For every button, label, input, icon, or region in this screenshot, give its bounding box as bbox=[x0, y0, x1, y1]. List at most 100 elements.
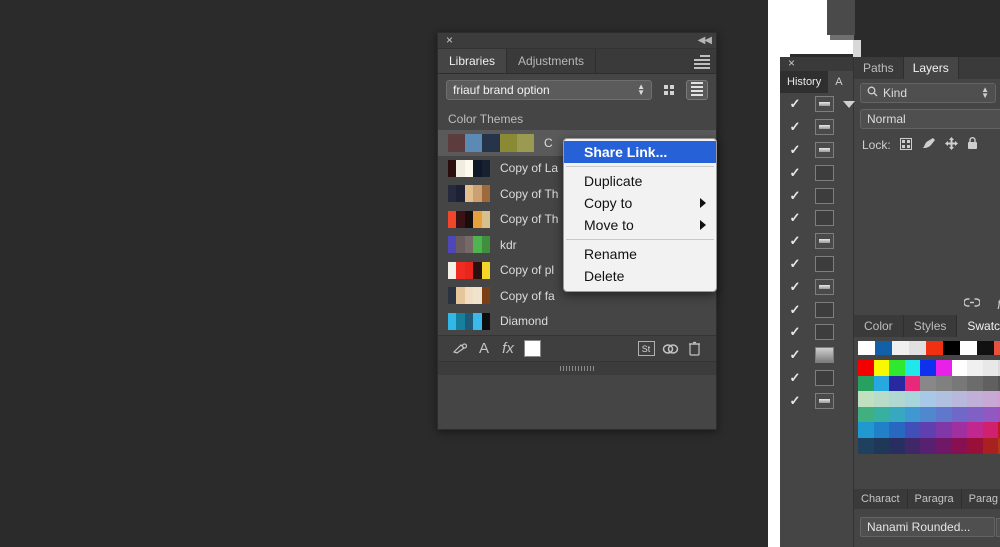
swatch[interactable] bbox=[936, 438, 952, 454]
swatches-row[interactable] bbox=[858, 407, 1000, 423]
layer-visibility-toggle[interactable]: ✓ bbox=[781, 188, 809, 204]
swatch[interactable] bbox=[952, 407, 968, 423]
layer-thumbnail[interactable] bbox=[815, 165, 834, 181]
swatches-row[interactable] bbox=[858, 422, 1000, 438]
swatch[interactable] bbox=[967, 407, 983, 423]
swatch[interactable] bbox=[858, 438, 874, 454]
panel-resize-grip[interactable] bbox=[438, 361, 716, 375]
color-theme-row[interactable]: Diamond bbox=[438, 309, 716, 335]
swatch[interactable] bbox=[936, 376, 952, 392]
swatch[interactable] bbox=[943, 341, 960, 355]
swatch[interactable] bbox=[967, 438, 983, 454]
swatch[interactable] bbox=[983, 422, 999, 438]
swatch[interactable] bbox=[936, 422, 952, 438]
panel-menu-icon[interactable] bbox=[694, 55, 710, 67]
layer-row[interactable]: ✓ bbox=[781, 93, 1000, 116]
context-menu-item[interactable]: Duplicate bbox=[564, 170, 716, 192]
color-chip[interactable] bbox=[524, 340, 541, 357]
group-expand-icon[interactable] bbox=[843, 101, 855, 108]
context-menu[interactable]: Share Link...DuplicateCopy toMove toRena… bbox=[563, 138, 717, 292]
context-menu-item[interactable]: Rename bbox=[564, 243, 716, 265]
layer-row[interactable]: ✓ bbox=[781, 207, 1000, 230]
layer-thumbnail[interactable] bbox=[815, 302, 834, 318]
swatch[interactable] bbox=[926, 341, 943, 355]
layer-thumbnail[interactable] bbox=[815, 370, 834, 386]
tab-layers[interactable]: Layers bbox=[904, 57, 959, 79]
swatch[interactable] bbox=[858, 341, 875, 355]
swatch[interactable] bbox=[889, 407, 905, 423]
layer-row[interactable]: ✓ bbox=[781, 230, 1000, 253]
layer-thumbnail[interactable] bbox=[815, 324, 834, 340]
swatches-row[interactable] bbox=[858, 438, 1000, 454]
swatch[interactable] bbox=[905, 407, 921, 423]
list-view-button[interactable] bbox=[686, 80, 708, 100]
swatch[interactable] bbox=[874, 407, 890, 423]
tab-history[interactable]: History bbox=[780, 71, 828, 93]
tab-color[interactable]: Color bbox=[854, 315, 904, 337]
swatch[interactable] bbox=[892, 341, 909, 355]
layer-visibility-toggle[interactable]: ✓ bbox=[781, 210, 809, 226]
swatch[interactable] bbox=[967, 376, 983, 392]
layer-thumbnail[interactable] bbox=[815, 96, 834, 112]
layer-visibility-toggle[interactable]: ✓ bbox=[781, 96, 809, 112]
layer-thumbnail[interactable] bbox=[815, 142, 834, 158]
stock-search-icon[interactable]: St bbox=[634, 338, 658, 360]
swatches-row[interactable] bbox=[858, 391, 1000, 407]
swatch[interactable] bbox=[952, 422, 968, 438]
swatch[interactable] bbox=[874, 376, 890, 392]
swatches-row[interactable] bbox=[858, 360, 1000, 376]
link-icon[interactable] bbox=[964, 297, 980, 311]
swatch[interactable] bbox=[983, 376, 999, 392]
add-effect-icon[interactable]: fx bbox=[496, 338, 520, 360]
swatch[interactable] bbox=[920, 438, 936, 454]
add-graphic-icon[interactable] bbox=[448, 338, 472, 360]
tab-paragraph-styles[interactable]: Parag bbox=[962, 489, 1000, 509]
context-menu-item[interactable]: Delete bbox=[564, 265, 716, 287]
swatch[interactable] bbox=[952, 438, 968, 454]
swatch[interactable] bbox=[952, 376, 968, 392]
swatch[interactable] bbox=[983, 360, 999, 376]
swatch[interactable] bbox=[983, 391, 999, 407]
swatch[interactable] bbox=[936, 360, 952, 376]
swatch[interactable] bbox=[858, 376, 874, 392]
layer-thumbnail[interactable] bbox=[815, 188, 834, 204]
swatch[interactable] bbox=[905, 360, 921, 376]
swatch[interactable] bbox=[952, 360, 968, 376]
layer-visibility-toggle[interactable]: ✓ bbox=[781, 256, 809, 272]
swatch[interactable] bbox=[952, 391, 968, 407]
swatch[interactable] bbox=[874, 422, 890, 438]
tab-libraries[interactable]: Libraries bbox=[438, 49, 507, 73]
swatch[interactable] bbox=[858, 407, 874, 423]
tab-styles[interactable]: Styles bbox=[904, 315, 958, 337]
tab-paragraph[interactable]: Paragra bbox=[908, 489, 962, 509]
tab-actions[interactable]: A bbox=[828, 71, 849, 93]
swatch[interactable] bbox=[920, 391, 936, 407]
close-icon[interactable]: × bbox=[443, 34, 456, 47]
layer-visibility-toggle[interactable]: ✓ bbox=[781, 393, 809, 409]
swatch[interactable] bbox=[905, 391, 921, 407]
layer-row[interactable]: ✓ bbox=[781, 184, 1000, 207]
swatch[interactable] bbox=[858, 422, 874, 438]
swatch[interactable] bbox=[920, 376, 936, 392]
swatch[interactable] bbox=[858, 360, 874, 376]
swatch[interactable] bbox=[977, 341, 994, 355]
swatch[interactable] bbox=[889, 422, 905, 438]
swatch[interactable] bbox=[889, 438, 905, 454]
chevron-down-icon[interactable]: ▾ bbox=[996, 518, 1000, 537]
tab-paths[interactable]: Paths bbox=[854, 57, 904, 79]
layer-row[interactable]: ✓ bbox=[781, 139, 1000, 162]
swatches-row[interactable] bbox=[858, 376, 1000, 392]
library-select[interactable]: friauf brand option ▲▼ bbox=[446, 80, 652, 100]
tab-swatches[interactable]: Swatch bbox=[957, 315, 1000, 337]
layer-row[interactable]: ✓ bbox=[781, 116, 1000, 139]
swatch[interactable] bbox=[920, 360, 936, 376]
layer-visibility-toggle[interactable]: ✓ bbox=[781, 279, 809, 295]
tab-adjustments[interactable]: Adjustments bbox=[507, 49, 596, 73]
layer-thumbnail[interactable] bbox=[815, 256, 834, 272]
close-icon[interactable]: × bbox=[785, 57, 798, 70]
layer-visibility-toggle[interactable]: ✓ bbox=[781, 119, 809, 135]
collapse-panel-icon[interactable]: ◀◀ bbox=[698, 34, 711, 47]
swatches-recent-row[interactable] bbox=[858, 341, 1000, 355]
layer-thumbnail[interactable] bbox=[815, 347, 834, 363]
layer-thumbnail[interactable] bbox=[815, 210, 834, 226]
